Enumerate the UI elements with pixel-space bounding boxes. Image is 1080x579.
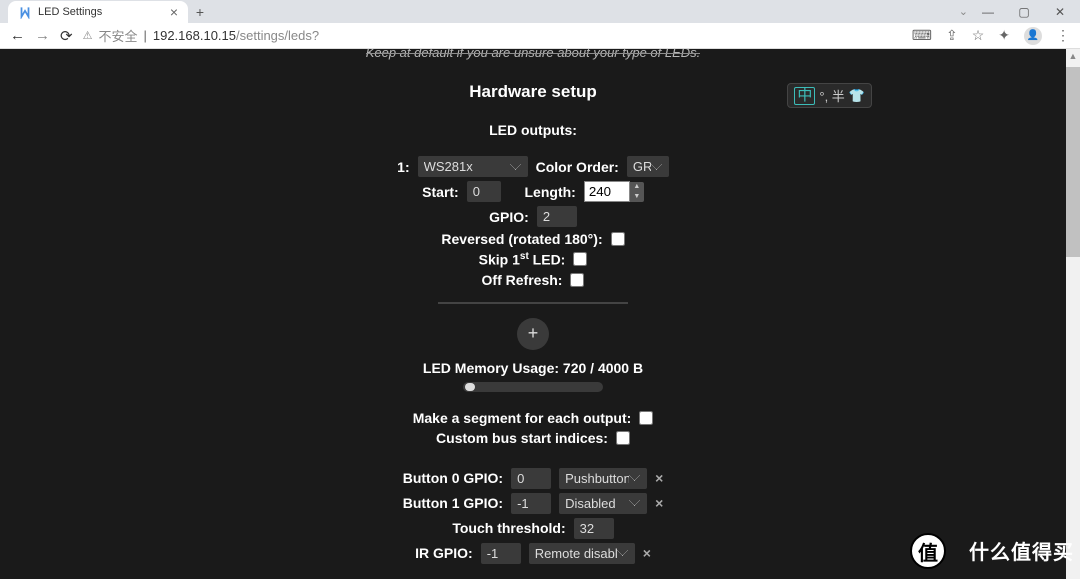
gpio-input[interactable] bbox=[537, 206, 577, 227]
divider bbox=[438, 302, 628, 304]
reload-button[interactable]: ⟳ bbox=[60, 27, 73, 45]
color-order-select[interactable]: GRB bbox=[627, 156, 669, 177]
scrollbar-thumb[interactable] bbox=[1066, 67, 1080, 257]
ir-info-link[interactable]: IR info bbox=[511, 576, 555, 579]
maximize-button[interactable]: ▢ bbox=[1008, 1, 1040, 23]
scroll-up-arrow[interactable]: ▲ bbox=[1066, 49, 1080, 63]
extensions-icon[interactable]: ✦ bbox=[998, 27, 1010, 44]
button1-gpio-input[interactable] bbox=[511, 493, 551, 514]
share-icon[interactable]: ⇪ bbox=[946, 27, 958, 44]
translate-widget[interactable]: 中 °, 半 👕 bbox=[787, 83, 872, 108]
close-tab-icon[interactable]: × bbox=[170, 4, 178, 20]
button0-remove[interactable]: × bbox=[655, 470, 663, 486]
menu-icon[interactable]: ⋮ bbox=[1056, 27, 1070, 44]
url-text: 192.168.10.15/settings/leds? bbox=[153, 28, 319, 43]
add-output-button[interactable]: + bbox=[517, 318, 549, 350]
cn-badge: 中 bbox=[794, 87, 815, 105]
skip-first-checkbox[interactable] bbox=[573, 252, 587, 266]
ir-mode-select[interactable]: Remote disabled bbox=[529, 543, 635, 564]
button0-gpio-input[interactable] bbox=[511, 468, 551, 489]
translate-icon[interactable]: ⌨ bbox=[912, 27, 932, 44]
new-tab-button[interactable]: + bbox=[188, 1, 212, 23]
forward-button[interactable]: → bbox=[35, 27, 50, 44]
led-memory-label: LED Memory Usage: 720 / 4000 B bbox=[0, 360, 1066, 376]
button1-remove[interactable]: × bbox=[655, 495, 663, 511]
not-secure-label: 不安全 bbox=[98, 26, 137, 45]
button0-label: Button 0 GPIO: bbox=[403, 470, 503, 486]
touch-threshold-label: Touch threshold: bbox=[452, 520, 565, 536]
ir-remove[interactable]: × bbox=[643, 545, 651, 561]
output-index-label: 1: bbox=[397, 159, 409, 175]
back-button[interactable]: ← bbox=[10, 27, 25, 44]
minimize-button[interactable]: — bbox=[972, 1, 1004, 23]
reversed-label: Reversed (rotated 180°): bbox=[441, 231, 602, 247]
button0-mode-select[interactable]: Pushbutton bbox=[559, 468, 647, 489]
ir-gpio-input[interactable] bbox=[481, 543, 521, 564]
watermark-text: 什么值得买 bbox=[969, 536, 1074, 565]
make-segment-label: Make a segment for each output: bbox=[413, 410, 632, 426]
length-label: Length: bbox=[525, 184, 576, 200]
off-refresh-label: Off Refresh: bbox=[482, 272, 563, 288]
skip-label: Skip 1st LED: bbox=[479, 251, 566, 268]
start-input[interactable] bbox=[467, 181, 501, 202]
gpio-label: GPIO: bbox=[489, 209, 529, 225]
favicon bbox=[18, 5, 32, 19]
vertical-scrollbar[interactable]: ▲ bbox=[1066, 49, 1080, 579]
length-spinner[interactable]: ▲▼ bbox=[630, 182, 644, 202]
color-order-label: Color Order: bbox=[536, 159, 619, 175]
touch-threshold-input[interactable] bbox=[574, 518, 614, 539]
custom-bus-label: Custom bus start indices: bbox=[436, 430, 608, 446]
off-refresh-checkbox[interactable] bbox=[570, 273, 584, 287]
browser-tab[interactable]: LED Settings × bbox=[8, 1, 188, 23]
memory-slider[interactable] bbox=[463, 382, 603, 392]
close-window-button[interactable]: ✕ bbox=[1044, 1, 1076, 23]
watermark-logo: 值 bbox=[910, 533, 946, 569]
reversed-checkbox[interactable] bbox=[611, 232, 625, 246]
tab-title: LED Settings bbox=[38, 6, 102, 18]
led-outputs-label: LED outputs: bbox=[0, 122, 1066, 138]
length-input[interactable] bbox=[584, 181, 630, 202]
ir-gpio-label: IR GPIO: bbox=[415, 545, 473, 561]
notice-text: Keep at default if you are unsure about … bbox=[366, 49, 701, 60]
custom-bus-checkbox[interactable] bbox=[616, 431, 630, 445]
address-bar[interactable]: ⚠ 不安全 | 192.168.10.15/settings/leds? bbox=[83, 26, 902, 45]
button1-label: Button 1 GPIO: bbox=[403, 495, 503, 511]
led-type-select[interactable]: WS281x bbox=[418, 156, 528, 177]
start-label: Start: bbox=[422, 184, 459, 200]
insecure-icon: ⚠ bbox=[83, 29, 93, 42]
profile-avatar[interactable]: 👤 bbox=[1024, 27, 1042, 45]
chevron-down-icon[interactable]: ⌄ bbox=[959, 5, 968, 18]
section-title: Hardware setup bbox=[0, 82, 1066, 102]
shirt-icon: 👕 bbox=[849, 88, 865, 104]
button1-mode-select[interactable]: Disabled bbox=[559, 493, 647, 514]
bookmark-icon[interactable]: ☆ bbox=[972, 27, 985, 44]
make-segment-checkbox[interactable] bbox=[639, 411, 653, 425]
